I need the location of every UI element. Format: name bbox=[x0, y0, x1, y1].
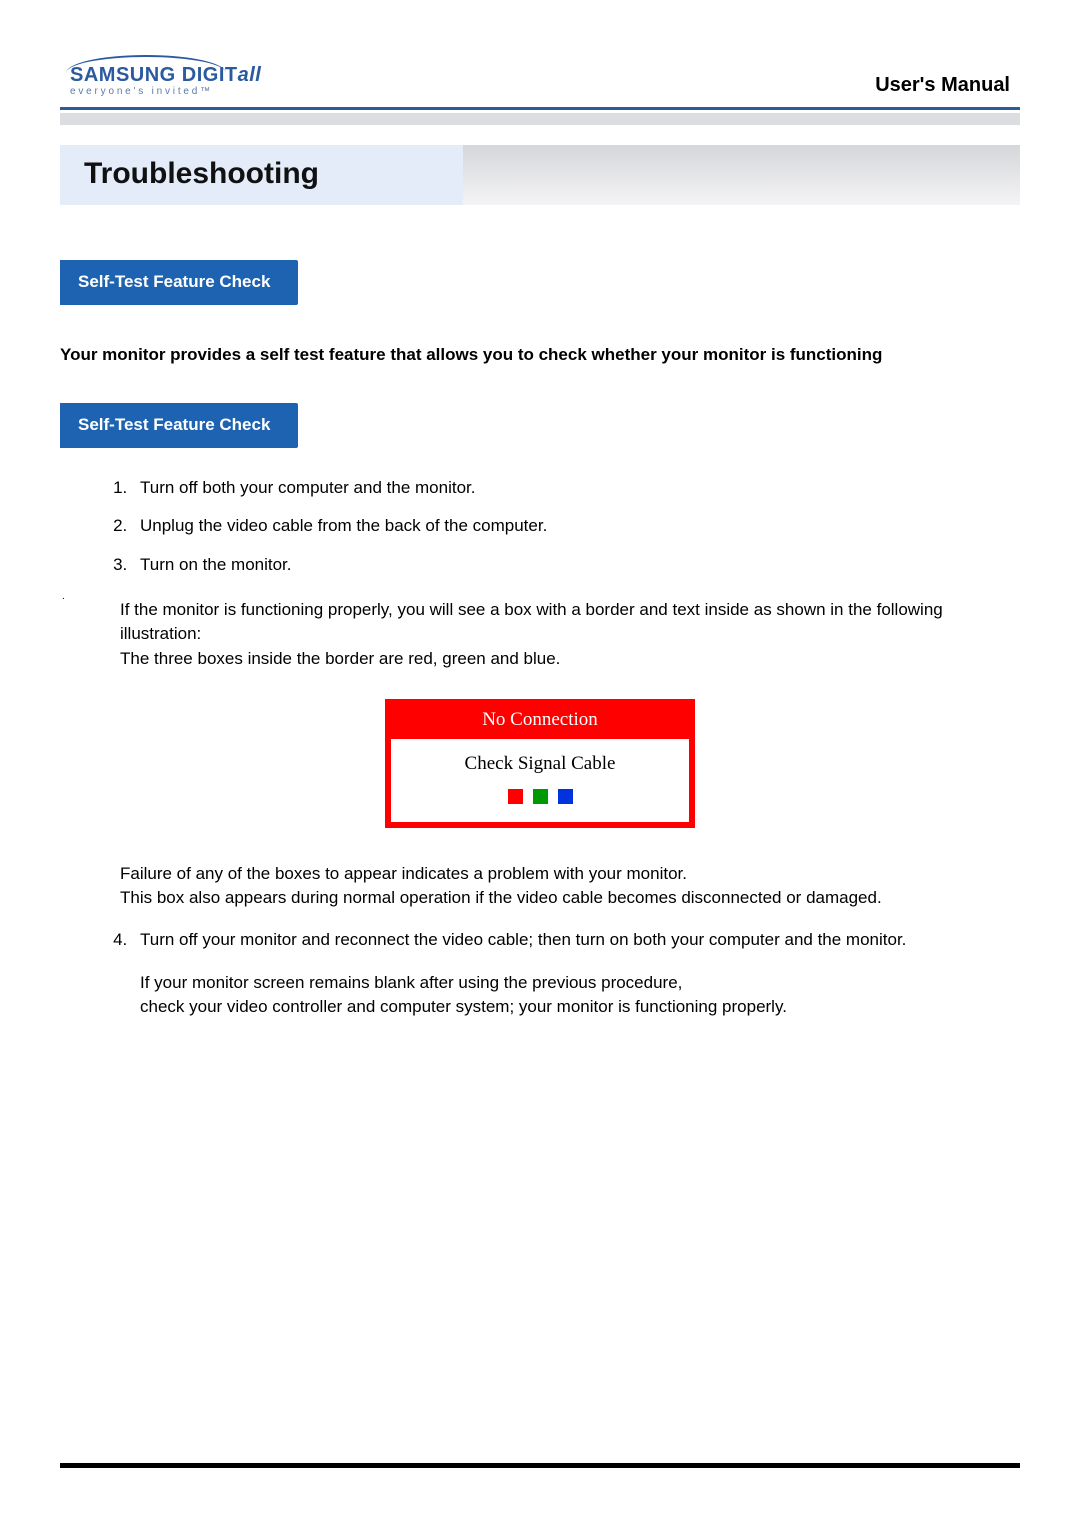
green-square-icon bbox=[533, 789, 548, 804]
steps-wrapper: . Turn off both your computer and the mo… bbox=[60, 476, 1020, 578]
page-title: Troubleshooting bbox=[60, 145, 463, 205]
brand-suffix: all bbox=[238, 64, 262, 86]
steps-list-1: Turn off both your computer and the moni… bbox=[60, 476, 1020, 578]
post-box-line-2: This box also appears during normal oper… bbox=[120, 888, 882, 907]
no-connection-message: Check Signal Cable bbox=[401, 753, 679, 775]
page-title-bar: Troubleshooting bbox=[60, 145, 1020, 205]
brand-tagline: everyone's invited™ bbox=[70, 87, 261, 97]
rgb-indicator-row bbox=[401, 789, 679, 804]
brand-logo-text: SAMSUNG DIGITall bbox=[70, 65, 261, 85]
after-steps-line-1: If the monitor is functioning properly, … bbox=[120, 600, 943, 644]
section-heading-selftest: Self-Test Feature Check bbox=[60, 260, 298, 305]
header-rule-strong bbox=[60, 107, 1020, 110]
logo-arc-icon bbox=[66, 55, 226, 87]
step-4-text: Turn off your monitor and reconnect the … bbox=[140, 930, 906, 949]
after-steps-line-2: The three boxes inside the border are re… bbox=[120, 649, 560, 668]
manual-page: SAMSUNG DIGITall everyone's invited™ Use… bbox=[0, 0, 1080, 1528]
footer-rule bbox=[60, 1463, 1020, 1468]
step-3: Turn on the monitor. bbox=[132, 553, 1020, 578]
stray-period: . bbox=[62, 591, 65, 602]
blue-square-icon bbox=[558, 789, 573, 804]
page-header: SAMSUNG DIGITall everyone's invited™ Use… bbox=[60, 65, 1020, 103]
no-connection-inner: Check Signal Cable bbox=[391, 739, 689, 822]
header-title: User's Manual bbox=[875, 74, 1010, 97]
subsection-heading-selftest: Self-Test Feature Check bbox=[60, 403, 298, 448]
no-connection-title: No Connection bbox=[391, 705, 689, 739]
steps-list-2: Turn off your monitor and reconnect the … bbox=[60, 928, 1020, 1020]
step-2: Unplug the video cable from the back of … bbox=[132, 514, 1020, 539]
post-box-line-1: Failure of any of the boxes to appear in… bbox=[120, 864, 687, 883]
brand-logo: SAMSUNG DIGITall everyone's invited™ bbox=[70, 65, 261, 97]
step-1: Turn off both your computer and the moni… bbox=[132, 476, 1020, 501]
post-box-paragraph: Failure of any of the boxes to appear in… bbox=[120, 862, 1020, 910]
no-connection-box: No Connection Check Signal Cable bbox=[385, 699, 695, 828]
header-rule-light bbox=[60, 113, 1020, 125]
step-4-follow-a: If your monitor screen remains blank aft… bbox=[140, 973, 682, 992]
intro-text: Your monitor provides a self test featur… bbox=[60, 343, 1020, 368]
after-steps-paragraph: If the monitor is functioning properly, … bbox=[120, 598, 1020, 672]
red-square-icon bbox=[508, 789, 523, 804]
step-4-follow-b: check your video controller and computer… bbox=[140, 997, 787, 1016]
page-title-gradient bbox=[463, 145, 1020, 205]
step-4: Turn off your monitor and reconnect the … bbox=[132, 928, 1020, 1020]
